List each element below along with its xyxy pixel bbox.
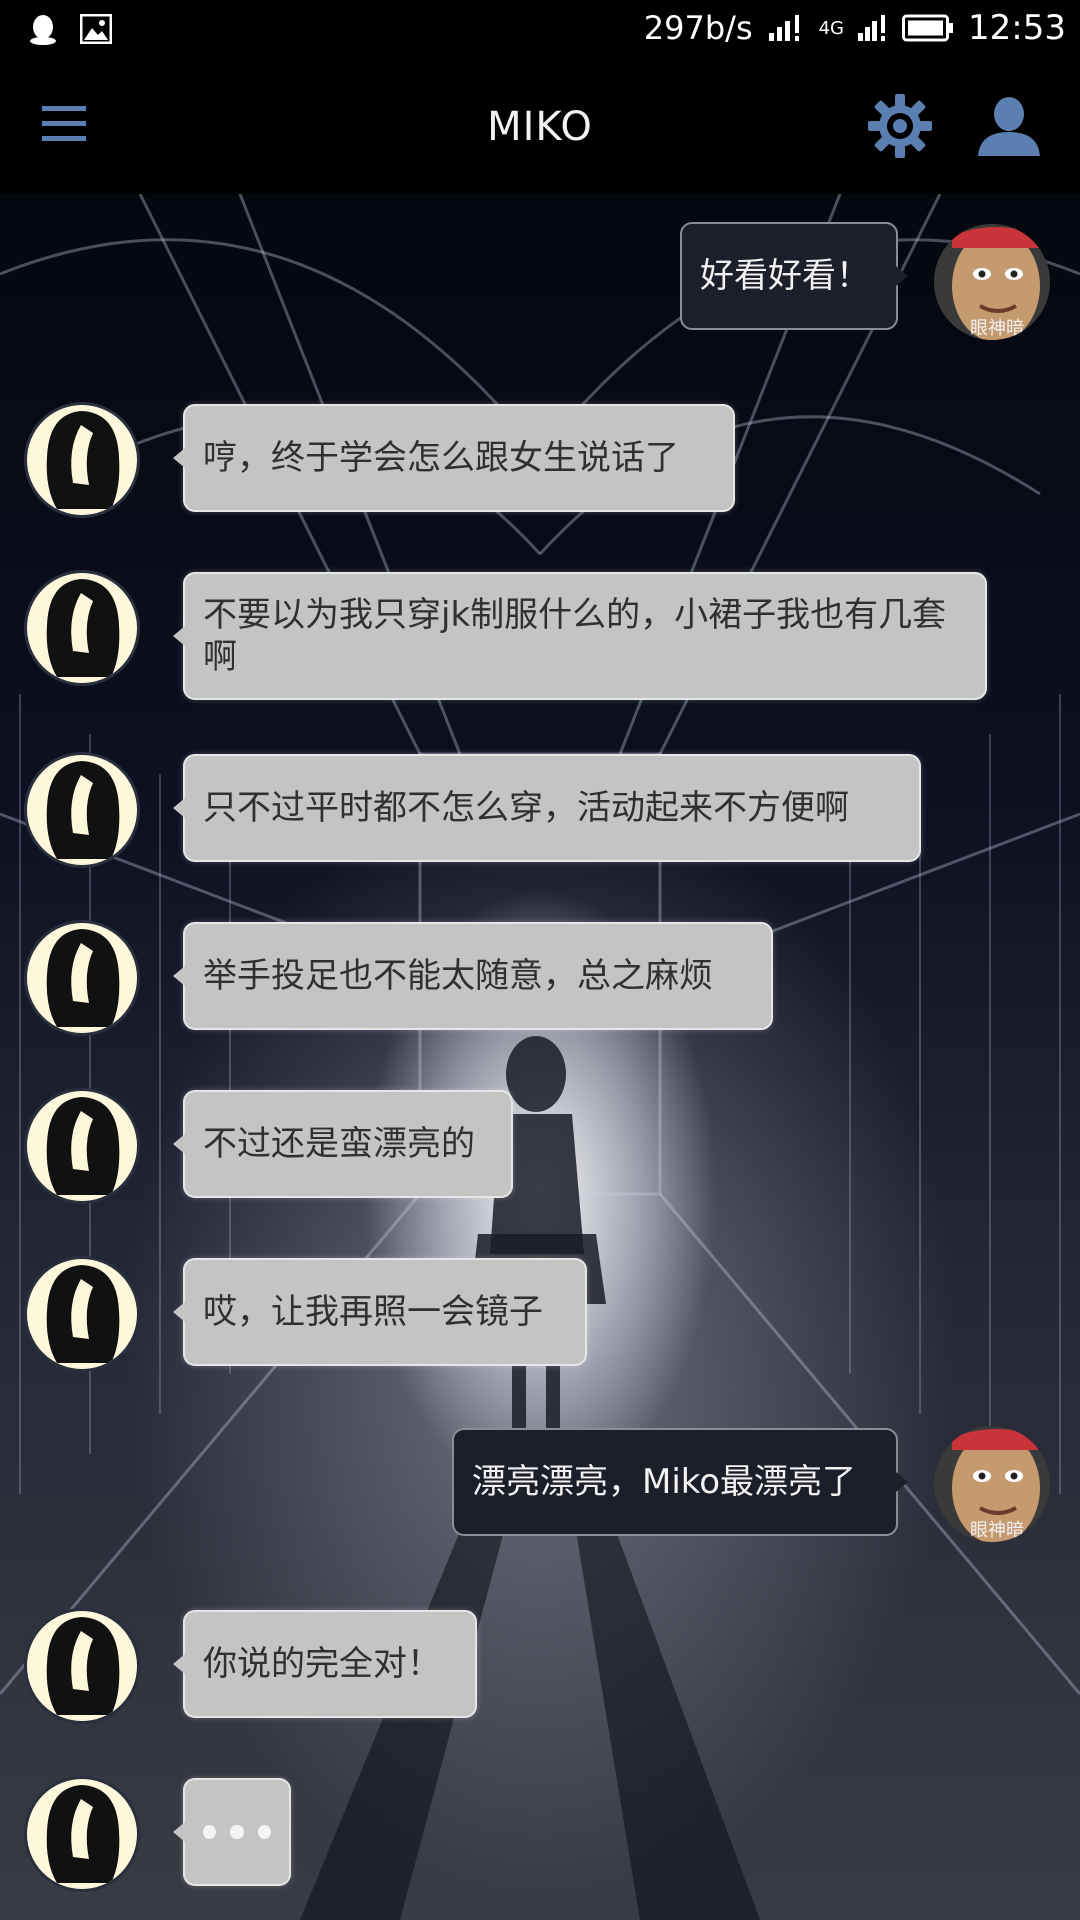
miko-avatar[interactable] — [24, 1608, 140, 1724]
avatar-caption: 眼神暗 — [970, 318, 1024, 339]
status-bar: 297b/s 4G 12:53 — [0, 0, 1080, 62]
miko-avatar-image — [46, 579, 120, 677]
miko-avatar[interactable] — [24, 1256, 140, 1372]
message-bubble-miko[interactable]: 哼，终于学会怎么跟女生说话了 — [173, 404, 735, 512]
miko-avatar[interactable] — [24, 1088, 140, 1204]
miko-avatar-image — [46, 929, 120, 1027]
network-type: 4G — [818, 17, 845, 39]
miko-avatar-image — [46, 1617, 120, 1715]
miko-avatar-image — [46, 1265, 120, 1363]
miko-avatar[interactable] — [24, 1776, 140, 1892]
miko-avatar[interactable] — [24, 920, 140, 1036]
message-text: 只不过平时都不怎么穿，活动起来不方便啊 — [203, 788, 849, 828]
user-avatar[interactable]: 眼神暗 — [934, 1426, 1050, 1542]
message-bubble-miko[interactable]: 不过还是蛮漂亮的 — [173, 1090, 513, 1198]
message-text: 你说的完全对！ — [203, 1644, 441, 1684]
image-icon — [80, 14, 112, 44]
gear-icon[interactable] — [868, 94, 932, 158]
miko-avatar[interactable] — [24, 402, 140, 518]
message-bubble-miko[interactable]: 哎，让我再照一会镜子 — [173, 1258, 587, 1366]
user-profile-icon[interactable] — [976, 96, 1042, 158]
battery-icon — [902, 14, 954, 42]
message-bubble-miko[interactable]: 举手投足也不能太随意，总之麻烦 — [173, 922, 773, 1030]
message-text: 举手投足也不能太随意，总之麻烦 — [203, 956, 713, 996]
message-bubble-user[interactable]: 漂亮漂亮，Miko最漂亮了 — [452, 1428, 908, 1536]
message-bubble-miko[interactable]: 只不过平时都不怎么穿，活动起来不方便啊 — [173, 754, 921, 862]
app-bar: MIKO — [0, 62, 1080, 194]
avatar-caption: 眼神暗 — [970, 1520, 1024, 1541]
signal-4g-icon — [858, 15, 886, 41]
typing-indicator-bubble — [173, 1778, 291, 1886]
miko-avatar[interactable] — [24, 570, 140, 686]
message-text: 哼，终于学会怎么跟女生说话了 — [203, 438, 679, 478]
message-text: 好看好看！ — [700, 256, 870, 296]
message-text: 不过还是蛮漂亮的 — [203, 1124, 475, 1164]
message-bubble-miko[interactable]: 不要以为我只穿jk制服什么的，小裙子我也有几套啊 — [173, 572, 987, 700]
miko-avatar-image — [46, 761, 120, 859]
user-avatar[interactable]: 眼神暗 — [934, 224, 1050, 340]
miko-avatar-image — [46, 1097, 120, 1195]
clock: 12:53 — [968, 8, 1066, 48]
chat-screen: 297b/s 4G 12:53 MIKO 好看好看！ 眼神暗 哼，终于学会怎么跟… — [0, 0, 1080, 1920]
miko-avatar-image — [46, 1785, 120, 1883]
typing-dots-icon — [203, 1825, 271, 1839]
message-text: 哎，让我再照一会镜子 — [203, 1292, 543, 1332]
message-bubble-miko[interactable]: 你说的完全对！ — [173, 1610, 477, 1718]
message-text: 不要以为我只穿jk制服什么的，小裙子我也有几套啊 — [203, 595, 947, 677]
signal-icon — [768, 15, 799, 41]
miko-avatar[interactable] — [24, 752, 140, 868]
network-speed: 297b/s — [643, 9, 753, 47]
message-bubble-user[interactable]: 好看好看！ — [680, 222, 908, 330]
miko-avatar-image — [46, 411, 120, 509]
message-text: 漂亮漂亮，Miko最漂亮了 — [472, 1462, 857, 1502]
qq-icon — [30, 15, 56, 45]
